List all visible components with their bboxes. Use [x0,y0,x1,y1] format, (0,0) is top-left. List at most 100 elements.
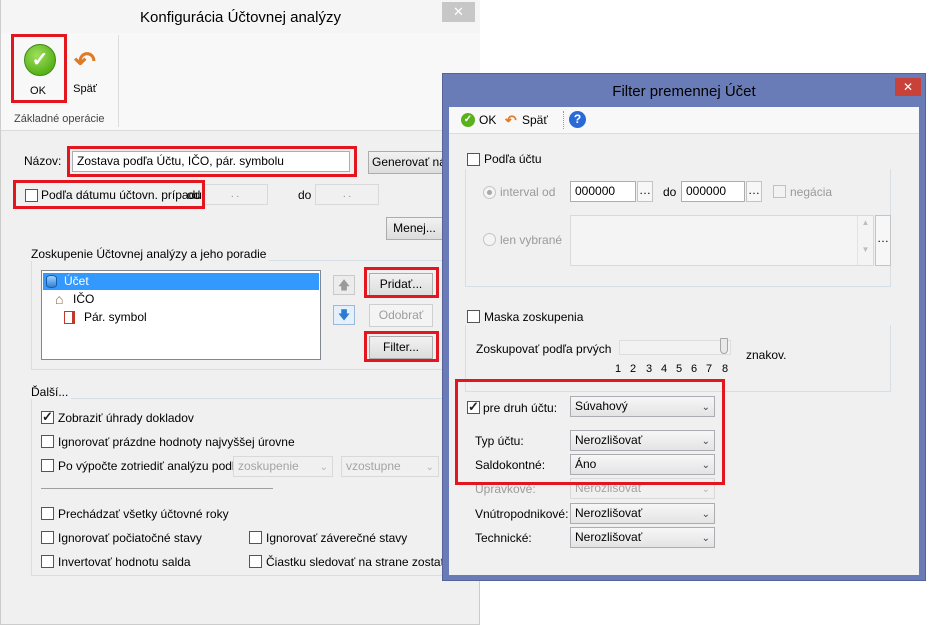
chevron-down-icon: ⌄ [701,533,710,544]
grouping-item-label: IČO [73,292,95,306]
slider-thumb[interactable] [720,338,728,354]
divider [41,488,273,489]
selected-only-radio[interactable] [483,233,496,246]
interval-from-input[interactable]: 000000 [570,181,636,202]
slider-tick-label: 5 [676,363,683,375]
slider-tick-label: 2 [630,363,637,375]
scrollbar[interactable]: ▲ ▼ [857,216,873,265]
back-ribbon-button[interactable]: ↶ Späť [68,41,102,101]
invert-balance-label: Invertovať hodnotu salda [58,555,191,569]
show-payments-label: Zobraziť úhrady dokladov [58,411,194,425]
close-icon: ✕ [453,4,464,19]
interval-radio[interactable] [483,186,496,199]
filter-ok-button[interactable]: ✓ OK [457,111,501,129]
main-close-button[interactable]: ✕ [442,2,475,22]
document-icon [64,311,75,324]
all-years-label: Prechádzať všetky účtovné roky [58,507,229,521]
selected-accounts-box[interactable]: ▲ ▼ [570,215,874,266]
chars-label: znakov. [746,348,787,362]
name-label: Názov: [24,154,62,168]
toolbar-separator [563,111,564,129]
sort-order-value: vzostupne [346,459,401,473]
highlight-box [364,331,439,362]
main-title-bar: Konfigurácia Účtovnej analýzy ✕ [1,0,480,33]
highlight-box [13,180,205,209]
filter-close-button[interactable]: ✕ [895,78,921,96]
interval-to-browse-button[interactable]: … [746,181,762,202]
show-payments-checkbox[interactable] [41,409,54,425]
selected-accounts-browse-button[interactable]: … [875,215,891,266]
ribbon-group-label: Základné operácie [14,113,105,125]
highlight-box [11,34,67,103]
remove-button[interactable]: Odobrať [369,304,433,327]
slider-tick-label: 3 [646,363,653,375]
intra-select[interactable]: Nerozlišovať ⌄ [570,503,715,524]
arrow-up-icon: 🡅 [337,278,351,292]
highlight-box [455,379,725,485]
interval-from-browse-button[interactable]: … [637,181,653,202]
grouping-item-label: Účet [64,274,89,288]
interval-to-input[interactable]: 000000 [681,181,745,202]
sort-by-select[interactable]: zoskupenie ⌄ [233,456,333,477]
by-account-label: Podľa účtu [484,152,542,166]
selected-only-label: len vybrané [500,233,563,247]
date-to-label: do [298,188,312,202]
undo-arrow-icon: ↶ [74,46,96,76]
negation-label: negácia [790,185,833,199]
intra-label: Vnútropodnikové: [475,507,569,521]
grouping-item-label: Pár. symbol [84,310,147,324]
generate-name-button[interactable]: Generovať náz [368,151,443,174]
interval-to-label: do [663,185,677,199]
first-chars-slider[interactable] [619,340,731,355]
help-icon[interactable]: ? [569,111,586,128]
date-from-input[interactable]: . . [202,184,268,205]
move-down-button[interactable]: 🡇 [333,305,355,325]
ribbon-separator [118,35,119,127]
grouping-list[interactable]: Účet ⌂ IČO Pár. symbol [41,270,321,360]
mask-label: Maska zoskupenia [484,310,584,324]
arrow-down-icon: 🡇 [337,308,351,322]
ignore-closing-checkbox[interactable] [249,531,262,544]
slider-ticks: 1 2 3 4 5 6 7 8 [615,363,735,377]
list-item[interactable]: ⌂ IČO [43,291,319,308]
filter-toolbar: ✓ OK ↶ Späť ? [449,107,919,134]
date-to-input[interactable]: . . [315,184,379,205]
slider-tick-label: 8 [722,363,729,375]
filter-back-label: Späť [522,113,548,127]
sort-order-select[interactable]: vzostupne ⌄ [341,456,439,477]
move-up-button[interactable]: 🡅 [333,275,355,295]
filter-back-button[interactable]: ↶ Späť [503,111,557,129]
ignore-empty-label: Ignorovať prázdne hodnoty najvyššej úrov… [58,435,295,449]
sort-after-checkbox[interactable] [41,459,54,472]
ignore-opening-checkbox[interactable] [41,531,54,544]
mask-checkbox[interactable] [467,310,480,323]
slider-tick-label: 6 [691,363,698,375]
ignore-closing-label: Ignorovať záverečné stavy [266,531,408,545]
all-years-checkbox[interactable] [41,507,54,520]
close-icon: ✕ [902,80,914,94]
filter-dialog: Filter premennej Účet ✕ ✓ OK ↶ Späť ? Po… [442,73,926,581]
by-account-checkbox[interactable] [467,153,480,166]
list-item[interactable]: Účet [43,273,319,290]
main-dialog: Konfigurácia Účtovnej analýzy ✕ ✓ OK ↶ S… [0,0,480,625]
ignore-empty-checkbox[interactable] [41,435,54,448]
group-by-first-label: Zoskupovať podľa prvých [476,342,612,356]
list-item[interactable]: Pár. symbol [43,309,319,326]
filter-ok-label: OK [479,113,497,127]
technical-select[interactable]: Nerozlišovať ⌄ [570,527,715,548]
technical-value: Nerozlišovať [575,530,643,544]
invert-balance-checkbox[interactable] [41,555,54,568]
sort-by-value: zoskupenie [238,459,299,473]
filter-dialog-title: Filter premennej Účet [612,83,756,100]
check-icon: ✓ [461,113,475,127]
highlight-box [364,267,439,298]
highlight-box [67,146,357,177]
negation-checkbox[interactable] [773,185,786,198]
technical-label: Technické: [475,531,532,545]
amount-side-checkbox[interactable] [249,555,262,568]
less-button[interactable]: Menej... [386,217,443,240]
slider-tick-label: 4 [661,363,668,375]
slider-tick-label: 7 [706,363,713,375]
chevron-down-icon: ⌄ [701,509,710,520]
main-dialog-title: Konfigurácia Účtovnej analýzy [140,9,341,26]
